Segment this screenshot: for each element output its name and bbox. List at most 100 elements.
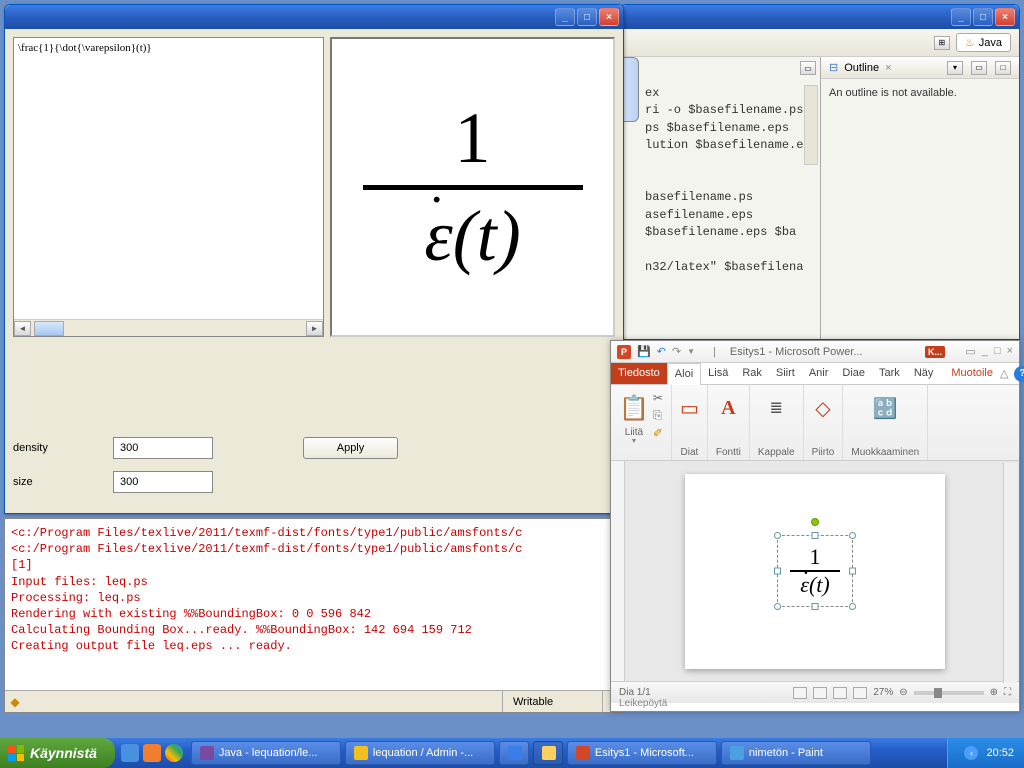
slideshow-view-icon[interactable] [853, 687, 867, 699]
latex-input[interactable]: \frac{1}{\dot{\varepsilon}(t)} ◄ ► [13, 37, 324, 337]
taskbar-task[interactable] [533, 741, 563, 765]
ie-icon[interactable] [121, 744, 139, 762]
minimize-view-icon[interactable]: ▭ [971, 61, 987, 75]
vlc-icon[interactable] [143, 744, 161, 762]
zoom-slider[interactable] [914, 691, 984, 695]
resize-handle[interactable] [849, 603, 856, 610]
sorter-view-icon[interactable] [813, 687, 827, 699]
chrome-icon[interactable] [165, 744, 183, 762]
view-menu-icon[interactable]: ▾ [947, 61, 963, 75]
java-perspective-button[interactable]: ♨ Java [956, 33, 1011, 52]
zoom-thumb[interactable] [934, 688, 942, 698]
task-icon [542, 746, 556, 760]
editor-min-icon[interactable]: ▭ [800, 61, 816, 75]
drawing-group[interactable]: ◇ Piirto [804, 385, 844, 460]
slide-scrollbar[interactable] [1003, 463, 1017, 683]
editor-text[interactable]: ex ri -o $basefilename.ps ps $basefilena… [621, 57, 820, 280]
window-max-icon[interactable]: □ [994, 345, 1001, 358]
resize-handle[interactable] [812, 532, 819, 539]
tab-insert[interactable]: Lisä [701, 363, 735, 384]
density-input[interactable] [113, 437, 213, 459]
maximize-button[interactable]: □ [973, 8, 993, 26]
scroll-thumb[interactable] [34, 321, 64, 336]
zoom-in-icon[interactable]: ⊕ [990, 687, 998, 698]
taskbar-task[interactable]: Esitys1 - Microsoft... [567, 741, 717, 765]
tab-format[interactable]: Muotoile [944, 363, 1000, 384]
tab-view[interactable]: Näy [907, 363, 941, 384]
console-output[interactable]: <c:/Program Files/texlive/2011/texmf-dis… [5, 519, 623, 661]
qat-dropdown-icon[interactable]: ▼ [687, 347, 695, 356]
minimize-button[interactable]: _ [555, 8, 575, 26]
resize-handle[interactable] [774, 532, 781, 539]
close-tab-icon[interactable]: × [885, 62, 891, 74]
scroll-left-icon[interactable]: ◄ [14, 321, 31, 336]
clock[interactable]: 20:52 [986, 747, 1014, 759]
font-group[interactable]: A Fontti [708, 385, 750, 460]
tab-file[interactable]: Tiedosto [611, 363, 667, 384]
outline-tab[interactable]: ⊟ Outline × ▾ ▭ □ [821, 57, 1019, 79]
resize-handle[interactable] [812, 603, 819, 610]
taskbar-task[interactable] [499, 741, 529, 765]
help-icon[interactable]: ? [1014, 366, 1024, 382]
scrollbar[interactable] [804, 85, 818, 165]
minimize-ribbon-icon[interactable]: ▭ [965, 345, 975, 358]
taskbar-task[interactable]: Java - lequation/le... [191, 741, 341, 765]
taskbar-task[interactable]: nimetön - Paint [721, 741, 871, 765]
editing-group[interactable]: 🔡 Muokkaaminen [843, 385, 928, 460]
copy-icon[interactable]: ⎘ [653, 408, 663, 423]
slides-group[interactable]: ▭ Diat [672, 385, 708, 460]
format-painter-icon[interactable]: ✐ [653, 426, 663, 440]
close-button[interactable]: × [995, 8, 1015, 26]
tab-slideshow[interactable]: Diae [835, 363, 872, 384]
resize-handle[interactable] [849, 568, 856, 575]
new-slide-icon[interactable]: ▭ [680, 389, 699, 427]
window-close-icon[interactable]: × [1007, 345, 1013, 358]
reading-view-icon[interactable] [833, 687, 847, 699]
font-icon[interactable]: A [721, 389, 735, 427]
tab-animations[interactable]: Anir [802, 363, 836, 384]
find-icon[interactable]: 🔡 [873, 389, 898, 427]
apply-button[interactable]: Apply [303, 437, 398, 459]
eclipse-editor[interactable]: ▭ ex ri -o $basefilename.ps ps $basefile… [621, 57, 821, 339]
resize-handle[interactable] [774, 603, 781, 610]
resize-handle[interactable] [774, 568, 781, 575]
tab-transitions[interactable]: Siirt [769, 363, 802, 384]
undo-icon[interactable]: ↶ [657, 345, 666, 358]
slide-canvas[interactable]: 1 ε·(t) [611, 461, 1019, 681]
task-label: lequation / Admin -... [373, 747, 473, 759]
maximize-button[interactable]: □ [577, 8, 597, 26]
redo-icon[interactable]: ↷ [672, 345, 681, 358]
fit-window-icon[interactable]: ⛶ [1004, 687, 1011, 698]
taskbar-task[interactable]: lequation / Admin -... [345, 741, 495, 765]
tab-design[interactable]: Rak [735, 363, 769, 384]
shapes-icon[interactable]: ◇ [815, 389, 830, 427]
close-button[interactable]: × [599, 8, 619, 26]
window-min-icon[interactable]: _ [982, 345, 988, 358]
start-button[interactable]: Käynnistä [0, 738, 115, 768]
maximize-view-icon[interactable]: □ [995, 61, 1011, 75]
normal-view-icon[interactable] [793, 687, 807, 699]
minimize-button[interactable]: _ [951, 8, 971, 26]
rotate-handle[interactable] [811, 518, 819, 526]
ribbon-toggle-icon[interactable]: △ [1000, 367, 1008, 380]
save-icon[interactable]: 💾 [637, 345, 651, 358]
slide[interactable]: 1 ε·(t) [685, 474, 945, 669]
tab-review[interactable]: Tark [872, 363, 907, 384]
paragraph-icon[interactable]: ≣ [770, 389, 783, 427]
cut-icon[interactable]: ✂ [653, 391, 663, 405]
task-icon [200, 746, 214, 760]
selected-object[interactable]: 1 ε·(t) [777, 535, 853, 607]
eclipse-window: _ □ × ⊞ ♨ Java ▭ ex ri -o $basefilename.… [620, 4, 1020, 340]
horizontal-scrollbar[interactable]: ◄ ► [14, 319, 323, 336]
scroll-right-icon[interactable]: ► [306, 321, 323, 336]
task-icon [508, 746, 522, 760]
paste-icon[interactable]: 📋 [619, 389, 649, 427]
size-input[interactable] [113, 471, 213, 493]
paragraph-group[interactable]: ≣ Kappale [750, 385, 804, 460]
slide-thumbnails-panel[interactable] [611, 461, 625, 681]
zoom-out-icon[interactable]: ⊖ [899, 687, 907, 698]
open-perspective-icon[interactable]: ⊞ [934, 36, 950, 50]
tab-home[interactable]: Aloi [667, 363, 701, 385]
resize-handle[interactable] [849, 532, 856, 539]
tray-expand-icon[interactable]: ‹ [964, 746, 978, 760]
